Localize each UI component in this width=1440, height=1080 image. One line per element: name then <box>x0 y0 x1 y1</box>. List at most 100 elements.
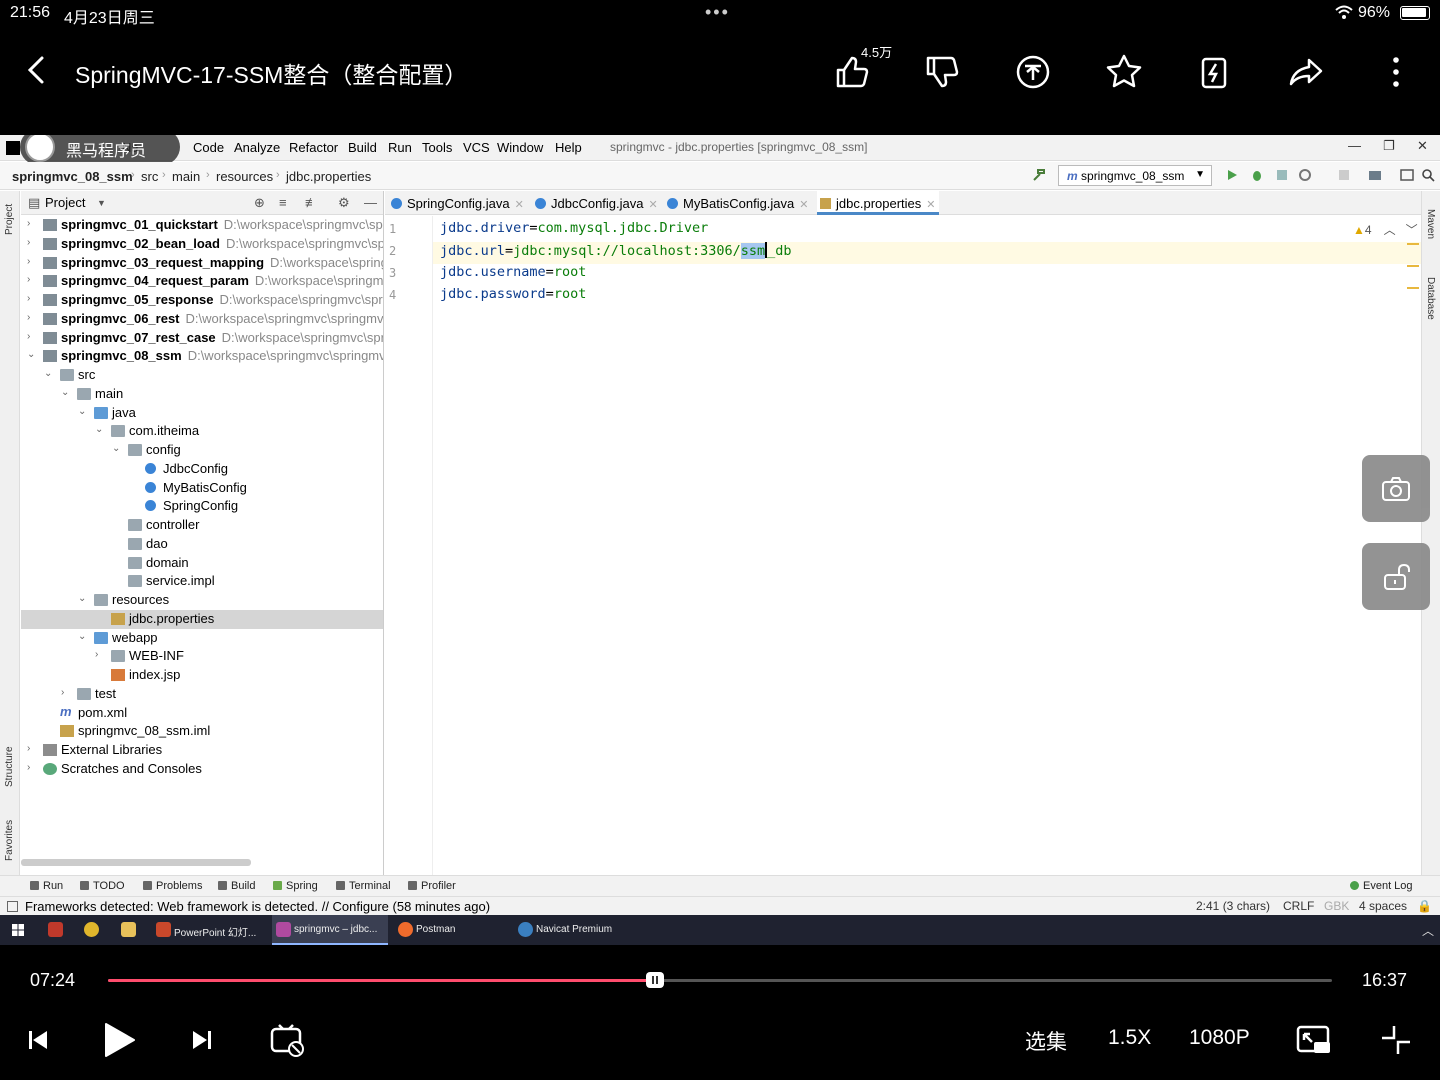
tree-item-springmvc-08-ssm[interactable]: ⌄ springmvc_08_ssm D:\workspace\springmvc\… <box>21 347 383 366</box>
project-panel-title[interactable]: Project <box>45 195 85 210</box>
code-line-1[interactable]: jdbc.driver=com.mysql.jdbc.Driver <box>440 220 708 242</box>
tool-event-log[interactable]: Event Log <box>1350 880 1413 892</box>
tree-item-springmvc-07-rest-case[interactable]: › springmvc_07_rest_case D:\workspace\spri… <box>21 329 383 348</box>
run-icon[interactable] <box>1225 168 1239 182</box>
tree-item-domain[interactable]: domain <box>21 554 383 573</box>
lock-screen-button[interactable] <box>1362 543 1430 610</box>
status-message[interactable]: Frameworks detected: Web framework is de… <box>25 899 490 914</box>
tool-problems[interactable]: Problems <box>143 880 202 892</box>
taskbar-powerpoint[interactable]: PowerPoint 幻灯... <box>152 915 266 945</box>
play-button[interactable] <box>98 1020 138 1060</box>
chevron-right-icon[interactable]: › <box>27 274 39 285</box>
multitask-dots-icon[interactable]: ••• <box>705 2 730 23</box>
expand-all-icon[interactable]: ≡ <box>279 195 293 210</box>
close-tab-icon[interactable]: ✕ <box>515 199 524 211</box>
error-stripe-marker[interactable] <box>1407 243 1419 245</box>
speed-button[interactable]: 1.5X <box>1108 1026 1151 1050</box>
tree-item-controller[interactable]: controller <box>21 516 383 535</box>
code-line-4[interactable]: jdbc.password=root <box>440 286 586 308</box>
tab-jdbc-properties[interactable]: jdbc.properties ✕ <box>817 191 939 215</box>
horizontal-scrollbar[interactable] <box>21 859 251 866</box>
tool-todo[interactable]: TODO <box>80 880 125 892</box>
chevron-right-icon[interactable]: › <box>95 649 107 660</box>
locate-icon[interactable]: ⊕ <box>254 195 268 210</box>
line-separator[interactable]: CRLF <box>1283 899 1314 913</box>
menu-vcs[interactable]: VCS <box>463 140 490 155</box>
tree-item-jdbcconfig[interactable]: JdbcConfig <box>21 460 383 479</box>
chevron-right-icon[interactable]: › <box>27 256 39 267</box>
chevron-down-icon[interactable]: ⌄ <box>78 406 90 417</box>
profile-icon[interactable] <box>1298 168 1312 182</box>
chevron-right-icon[interactable]: › <box>27 331 39 342</box>
tool-profiler[interactable]: Profiler <box>408 880 456 892</box>
breadcrumb-file[interactable]: jdbc.properties <box>286 169 371 184</box>
chevron-right-icon[interactable]: › <box>27 743 39 754</box>
close-icon[interactable]: ✕ <box>1417 138 1428 154</box>
chevron-right-icon[interactable]: › <box>61 687 73 698</box>
tool-window-project[interactable]: Project <box>4 204 15 235</box>
back-icon[interactable] <box>22 50 52 90</box>
collapse-all-icon[interactable]: ≢ <box>305 195 319 210</box>
lock-icon[interactable]: 🔒 <box>1417 899 1432 913</box>
breadcrumb-src[interactable]: src <box>141 169 158 184</box>
tree-item-external-libraries[interactable]: › External Libraries <box>21 741 383 760</box>
tool-run[interactable]: Run <box>30 880 63 892</box>
inspection-widget[interactable]: ▲4 ︿ ﹀ <box>1353 221 1418 238</box>
tree-item-config[interactable]: ⌄ config <box>21 441 383 460</box>
dislike-button[interactable] <box>920 50 964 94</box>
tool-window-favorites[interactable]: Favorites <box>4 820 15 861</box>
close-tab-icon[interactable]: ✕ <box>799 199 808 211</box>
menu-help[interactable]: Help <box>555 140 582 155</box>
chevron-right-icon[interactable]: › <box>27 293 39 304</box>
tree-item-web-inf[interactable]: › WEB-INF <box>21 647 383 666</box>
tree-item-springconfig[interactable]: SpringConfig <box>21 497 383 516</box>
screenshot-button[interactable] <box>1362 455 1430 522</box>
chevron-down-icon[interactable]: ﹀ <box>1406 223 1418 237</box>
pip-button[interactable] <box>1294 1020 1334 1060</box>
hammer-icon[interactable] <box>1032 168 1046 182</box>
breadcrumb-project[interactable]: springmvc_08_ssm <box>12 169 133 184</box>
progress-track[interactable] <box>108 972 1332 988</box>
tree-item-dao[interactable]: dao <box>21 535 383 554</box>
tree-item-springmvc-03-request-mapping[interactable]: › springmvc_03_request_mapping D:\workspac… <box>21 254 383 273</box>
run-config-select[interactable]: m springmvc_08_ssm ▼ <box>1058 165 1212 186</box>
coverage-icon[interactable] <box>1275 168 1289 182</box>
tree-item-test[interactable]: › test <box>21 685 383 704</box>
chevron-down-icon[interactable]: ▼ <box>97 198 111 212</box>
tree-item-springmvc-01-quickstart[interactable]: › springmvc_01_quickstart D:\workspace\spr… <box>21 216 383 235</box>
chevron-right-icon[interactable]: › <box>27 218 39 229</box>
breadcrumb-resources[interactable]: resources <box>216 169 273 184</box>
chevron-right-icon[interactable]: › <box>27 237 39 248</box>
indent-setting[interactable]: 4 spaces <box>1359 899 1407 913</box>
taskbar-chrome[interactable] <box>80 915 104 945</box>
tab-springconfig[interactable]: SpringConfig.java ✕ <box>391 191 524 215</box>
tree-item-webapp[interactable]: ⌄ webapp <box>21 629 383 648</box>
menu-build[interactable]: Build <box>348 140 377 155</box>
menu-refactor[interactable]: Refactor <box>289 140 338 155</box>
windows-start-icon[interactable] <box>12 924 24 936</box>
chevron-down-icon[interactable]: ⌄ <box>95 424 107 435</box>
tree-item-springmvc-04-request-param[interactable]: › springmvc_04_request_param D:\workspace\… <box>21 272 383 291</box>
progress-thumb[interactable] <box>646 972 665 988</box>
layout-icon[interactable] <box>1400 168 1414 182</box>
menu-analyze[interactable]: Analyze <box>234 140 280 155</box>
tree-item-com-itheima[interactable]: ⌄ com.itheima <box>21 422 383 441</box>
danmaku-toggle[interactable] <box>267 1020 307 1060</box>
restore-icon[interactable]: ❐ <box>1383 138 1395 154</box>
menu-window[interactable]: Window <box>497 140 543 155</box>
chevron-down-icon[interactable]: ⌄ <box>27 349 39 360</box>
close-tab-icon[interactable]: ✕ <box>926 199 935 211</box>
tree-item-src[interactable]: ⌄ src <box>21 366 383 385</box>
minimize-icon[interactable]: — <box>1348 138 1361 153</box>
chevron-down-icon[interactable]: ⌄ <box>78 631 90 642</box>
project-structure-icon[interactable] <box>1368 168 1382 182</box>
code-line-3[interactable]: jdbc.username=root <box>440 264 586 286</box>
tree-item-java[interactable]: ⌄ java <box>21 404 383 423</box>
menu-code[interactable]: Code <box>193 140 224 155</box>
menu-run[interactable]: Run <box>388 140 412 155</box>
tree-item-index-jsp[interactable]: index.jsp <box>21 666 383 685</box>
tool-window-maven[interactable]: Maven <box>1425 209 1436 239</box>
more-button[interactable] <box>1374 50 1418 94</box>
taskbar-explorer[interactable] <box>117 915 141 945</box>
tool-terminal[interactable]: Terminal <box>336 880 391 892</box>
